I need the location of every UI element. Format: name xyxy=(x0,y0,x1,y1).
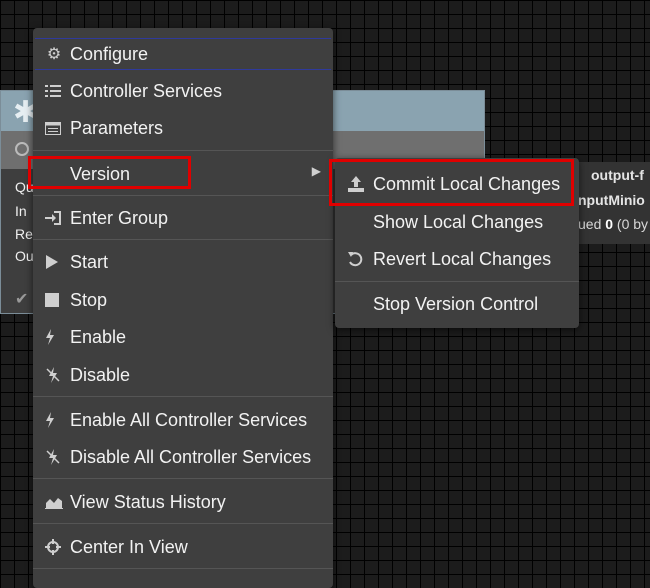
stat-label-out: Ou xyxy=(15,248,34,264)
menu-separator xyxy=(33,568,333,569)
bolt-slash-icon xyxy=(45,367,63,383)
menu-separator xyxy=(33,478,333,479)
focus-outline-top xyxy=(35,38,331,39)
area-chart-icon xyxy=(45,495,63,509)
connection-label[interactable]: output-f nputMinio ued 0 (0 by xyxy=(578,162,650,244)
menu-item-controller-services[interactable]: Controller Services xyxy=(33,73,333,109)
menu-item-label: Stop xyxy=(70,289,108,310)
caret-right-icon: ▶ xyxy=(311,164,321,178)
gear-icon: ⚙ xyxy=(46,46,62,63)
menu-item-enable[interactable]: Enable xyxy=(33,319,333,355)
menu-item-label: Enable xyxy=(70,326,127,347)
menu-item-label: Configure xyxy=(70,43,149,64)
connection-queued: ued 0 (0 by xyxy=(578,216,649,232)
menu-item-configure[interactable]: ⚙ Configure xyxy=(33,36,333,72)
menu-item-view-status-history[interactable]: View Status History xyxy=(33,484,333,520)
menu-item-label: Center In View xyxy=(70,536,188,557)
menu-item-label: Disable xyxy=(70,364,131,385)
menu-item-label: View Status History xyxy=(70,491,226,512)
stat-label-in: In xyxy=(15,203,27,219)
focus-outline-bottom xyxy=(35,69,331,70)
menu-separator xyxy=(33,150,333,151)
menu-separator xyxy=(33,396,333,397)
highlight-box-version xyxy=(28,156,191,189)
menu-item-label: Disable All Controller Services xyxy=(70,446,312,467)
stop-icon xyxy=(45,293,63,307)
checkmark-icon: ✔ xyxy=(15,291,29,308)
menu-item-stop[interactable]: Stop xyxy=(33,282,333,318)
list-icon xyxy=(45,84,63,98)
menu-item-center-in-view[interactable]: Center In View xyxy=(33,529,333,565)
menu-item-disable[interactable]: Disable xyxy=(33,357,333,393)
stat-label-read: Re xyxy=(15,226,33,242)
menu-item-label: Enable All Controller Services xyxy=(70,409,308,430)
highlight-box-commit xyxy=(329,159,574,206)
menu-item-enter-group[interactable]: Enter Group xyxy=(33,200,333,236)
bolt-icon xyxy=(45,412,63,428)
submenu-item-show-local-changes[interactable]: Show Local Changes xyxy=(335,204,579,240)
menu-separator xyxy=(33,239,333,240)
connection-destination: nputMinio xyxy=(578,192,645,208)
version-submenu: Commit Local Changes Show Local Changes … xyxy=(329,158,579,328)
menu-separator xyxy=(33,523,333,524)
menu-item-parameters[interactable]: Parameters xyxy=(33,110,333,146)
menu-item-start[interactable]: Start xyxy=(33,244,333,280)
target-icon xyxy=(15,142,29,156)
submenu-item-revert-local-changes[interactable]: Revert Local Changes xyxy=(335,241,579,277)
menu-item-label: Controller Services xyxy=(70,80,223,101)
menu-item-label: Parameters xyxy=(70,117,164,138)
context-menu: ⚙ Configure Controller Services Paramete… xyxy=(28,28,333,588)
undo-icon xyxy=(347,251,365,267)
submenu-item-label: Revert Local Changes xyxy=(373,248,552,269)
bolt-slash-icon xyxy=(45,449,63,465)
crosshairs-icon xyxy=(45,539,63,555)
bolt-icon xyxy=(45,329,63,345)
play-icon xyxy=(45,254,63,270)
menu-item-enable-all-controller-services[interactable]: Enable All Controller Services xyxy=(33,402,333,438)
submenu-item-label: Show Local Changes xyxy=(373,211,544,232)
menu-item-label: Enter Group xyxy=(70,207,169,228)
menu-item-disable-all-controller-services[interactable]: Disable All Controller Services xyxy=(33,439,333,475)
menu-item-label: Start xyxy=(70,251,109,272)
submenu-item-stop-version-control[interactable]: Stop Version Control xyxy=(335,286,579,322)
sign-in-icon xyxy=(45,211,63,225)
table-icon xyxy=(45,121,63,135)
submenu-item-label: Stop Version Control xyxy=(373,293,539,314)
connection-name: output-f xyxy=(591,167,644,183)
submenu-separator xyxy=(335,281,579,282)
menu-separator xyxy=(33,195,333,196)
